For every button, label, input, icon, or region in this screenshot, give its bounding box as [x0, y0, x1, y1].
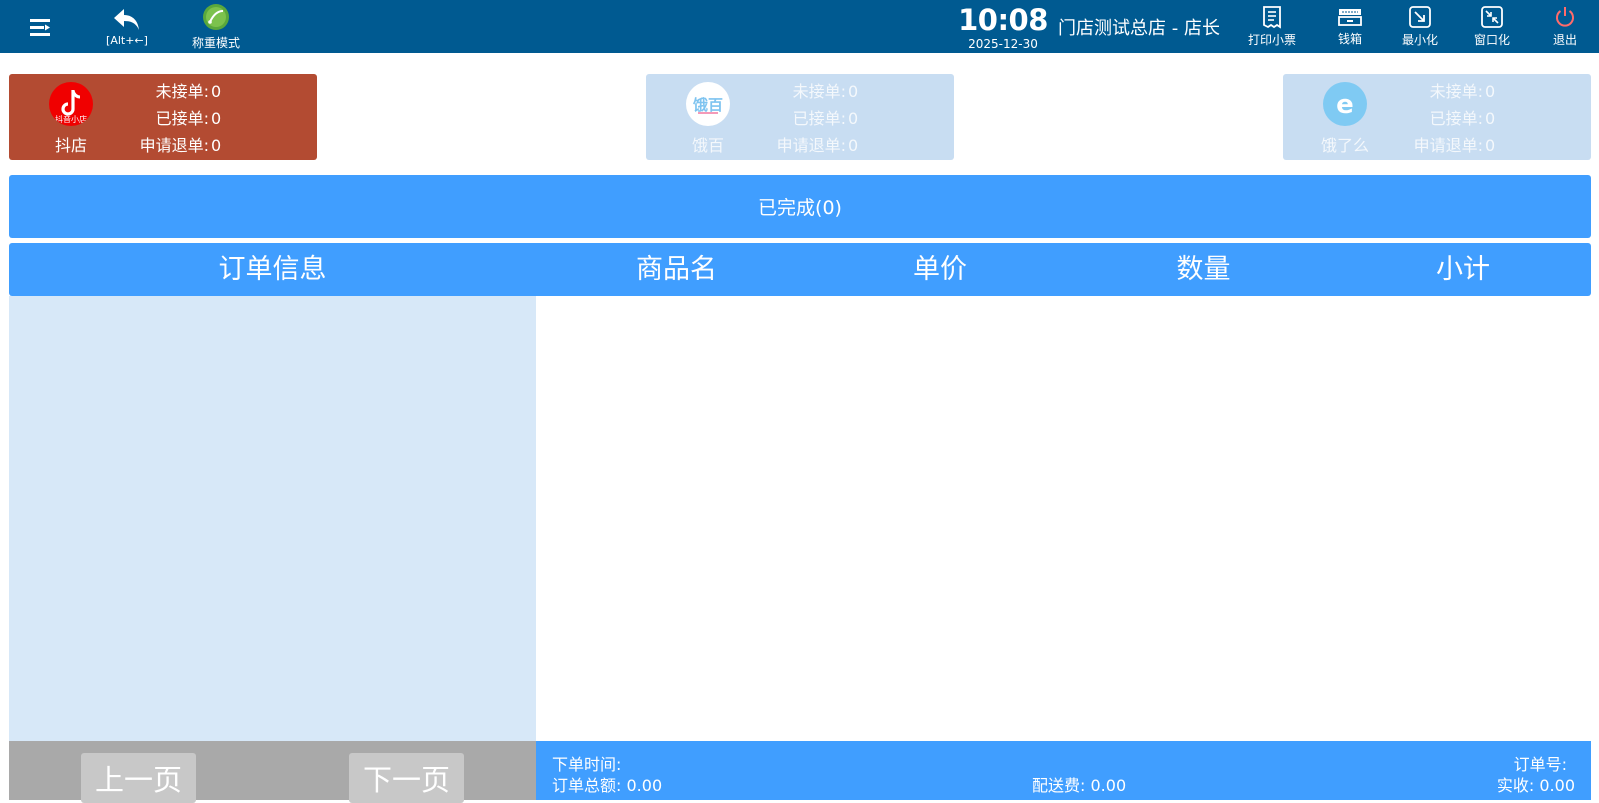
windowed-label: 窗口化 — [1473, 33, 1510, 47]
refund-stat: 申请退单: 0 — [776, 136, 859, 155]
windowed-button[interactable]: 窗口化 — [1469, 0, 1515, 53]
store-user-label: 门店测试总店 - 店长 — [1058, 18, 1220, 39]
accepted-stat: 已接单: 0 — [792, 109, 859, 128]
receipt-icon — [1261, 5, 1283, 29]
order-summary: 下单时间: 订单号: 订单总额: 0.00 配送费: 0.00 实收: 0.00 — [536, 741, 1591, 800]
column-header: 单价 — [913, 254, 967, 285]
scale-icon — [201, 2, 231, 32]
weigh-mode-label: 称重模式 — [191, 36, 240, 50]
clock: 10:08 2025-12-30 — [958, 2, 1048, 50]
cash-drawer-icon — [1337, 6, 1363, 28]
platform-stats: 未接单: 0 已接单: 0 申请退单: 0 — [777, 78, 862, 159]
column-header: 订单信息 — [218, 254, 327, 285]
accepted-stat: 已接单: 0 — [155, 109, 222, 128]
weigh-mode-button[interactable]: 称重模式 — [188, 0, 244, 53]
ebai-logo-text: 饿百 — [692, 96, 723, 114]
exit-label: 退出 — [1552, 33, 1577, 47]
print-receipt-button[interactable]: 打印小票 — [1246, 0, 1298, 53]
column-header: 数量 — [1176, 254, 1231, 285]
back-button[interactable]: [Alt+←] — [98, 0, 156, 53]
platform-card-eleme[interactable]: e 饿了么 未接单: 0 已接单: 0 申请退单: 0 — [1283, 74, 1591, 160]
platform-name: 饿百 — [691, 136, 724, 155]
back-shortcut-label: [Alt+←] — [106, 34, 148, 47]
print-receipt-label: 打印小票 — [1247, 33, 1296, 47]
next-page-button[interactable]: 下一页 — [349, 753, 464, 803]
ebai-logo-icon: 饿百 — [686, 82, 730, 126]
exit-button[interactable]: 退出 — [1547, 0, 1583, 53]
clock-time: 10:08 — [958, 3, 1048, 37]
eleme-logo-icon: e — [1323, 82, 1367, 126]
minimize-icon — [1408, 5, 1432, 29]
cash-drawer-label: 钱箱 — [1337, 32, 1362, 46]
platform-name: 饿了么 — [1320, 136, 1369, 155]
menu-icon — [28, 16, 52, 38]
platform-stats: 未接单: 0 已接单: 0 申请退单: 0 — [140, 78, 225, 159]
delivery-fee: 配送费: 0.00 — [1032, 776, 1127, 795]
clock-date: 2025-12-30 — [968, 37, 1038, 51]
eleme-logo-text: e — [1336, 90, 1354, 120]
platform-card-ebai[interactable]: 饿百 饿百 未接单: 0 已接单: 0 申请退单: 0 — [646, 74, 954, 160]
douyin-logo-text: 抖音小店 — [55, 114, 87, 124]
restore-window-icon — [1480, 5, 1504, 29]
pager: 上一页 下一页 — [9, 741, 536, 803]
cash-drawer-button[interactable]: 钱箱 — [1330, 0, 1370, 53]
table-header: 订单信息 商品名 单价 数量 小计 — [9, 243, 1591, 296]
douyin-logo-icon: 抖音小店 — [49, 82, 93, 126]
pending-stat: 未接单: 0 — [792, 82, 859, 101]
top-bar: [Alt+←] 称重模式 10:08 2025-12-30 门店测试总店 - 店… — [0, 0, 1599, 53]
minimize-button[interactable]: 最小化 — [1397, 0, 1443, 53]
pending-stat: 未接单: 0 — [1429, 82, 1496, 101]
back-arrow-icon — [112, 6, 142, 34]
completed-orders-tab[interactable]: 已完成(0) — [9, 175, 1591, 238]
platform-name: 抖店 — [54, 136, 87, 155]
accepted-stat: 已接单: 0 — [1429, 109, 1496, 128]
order-list-panel[interactable] — [9, 296, 536, 741]
column-header: 商品名 — [636, 254, 717, 285]
order-items-panel — [536, 296, 1591, 741]
amount-paid: 实收: 0.00 — [1496, 776, 1575, 795]
platform-card-douyin[interactable]: 抖音小店 抖店 未接单: 0 已接单: 0 申请退单: 0 — [9, 74, 317, 160]
prev-page-button[interactable]: 上一页 — [81, 753, 196, 803]
platform-stats: 未接单: 0 已接单: 0 申请退单: 0 — [1414, 78, 1499, 159]
refund-stat: 申请退单: 0 — [139, 136, 222, 155]
menu-button[interactable] — [24, 0, 56, 53]
order-total: 订单总额: 0.00 — [552, 776, 663, 795]
column-header: 小计 — [1436, 254, 1490, 285]
pending-stat: 未接单: 0 — [155, 82, 222, 101]
minimize-label: 最小化 — [1401, 33, 1438, 47]
power-icon — [1553, 5, 1577, 29]
refund-stat: 申请退单: 0 — [1413, 136, 1496, 155]
